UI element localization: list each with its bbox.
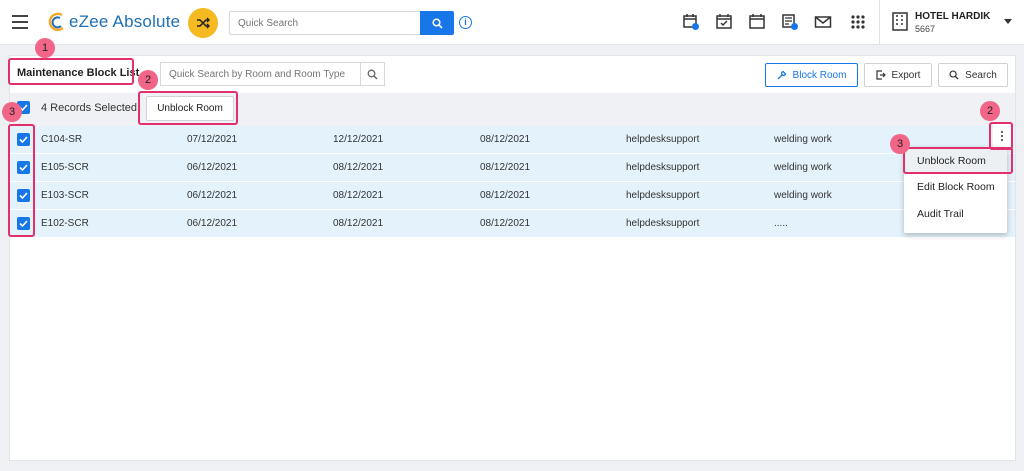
room-cell: C104-SR: [41, 134, 83, 145]
calendar-check-icon[interactable]: [715, 13, 733, 31]
annotation-badge: 1: [35, 38, 55, 58]
annotation-badge: 3: [2, 102, 22, 122]
records-selected-count: 4 Records Selected: [41, 102, 137, 114]
menu-item-audit-trail[interactable]: Audit Trail: [904, 201, 1007, 227]
search-button[interactable]: Search: [938, 63, 1008, 87]
top-bar: eZee Absolute i: [0, 0, 1024, 45]
room-search-button[interactable]: [360, 63, 384, 85]
from-date-cell: 06/12/2021: [187, 162, 238, 173]
shuffle-icon: [197, 17, 210, 29]
to-date-cell: 08/12/2021: [333, 162, 384, 173]
export-label: Export: [891, 69, 921, 81]
app-logo[interactable]: eZee Absolute: [48, 11, 180, 33]
app-name: eZee Absolute: [69, 12, 181, 31]
hotel-id: 5667: [915, 24, 936, 34]
table-row[interactable]: E105-SCR 06/12/2021 08/12/2021 08/12/202…: [10, 154, 1015, 182]
shuffle-button[interactable]: [188, 8, 218, 38]
calendar-dollar-icon[interactable]: [781, 13, 799, 31]
block-room-label: Block Room: [792, 69, 847, 81]
annotation-box-title: [8, 58, 134, 85]
from-date-cell: 06/12/2021: [187, 218, 238, 229]
calendar-add-icon[interactable]: [682, 13, 700, 31]
search-icon: [367, 69, 378, 79]
search-label: Search: [965, 69, 997, 81]
date-cell: 08/12/2021: [480, 218, 531, 229]
room-cell: E105-SCR: [41, 162, 89, 173]
search-icon: [431, 17, 443, 29]
menu-item-edit-block-room[interactable]: Edit Block Room: [904, 174, 1007, 200]
export-button[interactable]: Export: [864, 63, 932, 87]
table-row[interactable]: E102-SCR 06/12/2021 08/12/2021 08/12/202…: [10, 210, 1015, 238]
annotation-badge: 2: [138, 70, 158, 90]
table-row[interactable]: E103-SCR 06/12/2021 08/12/2021 08/12/202…: [10, 182, 1015, 210]
quick-search-button[interactable]: [420, 11, 454, 35]
reason-cell: welding work: [774, 162, 832, 173]
date-cell: 08/12/2021: [480, 190, 531, 201]
hotel-name[interactable]: HOTEL HARDIK: [915, 11, 990, 22]
annotation-box-kebab: [989, 122, 1013, 150]
hotel-divider: [879, 0, 880, 45]
annotation-box-checkboxes: [8, 124, 35, 237]
logo-mark-icon: [48, 12, 64, 32]
to-date-cell: 12/12/2021: [333, 134, 384, 145]
date-cell: 08/12/2021: [480, 162, 531, 173]
user-cell: helpdesksupport: [626, 134, 700, 145]
wrench-icon: [777, 70, 786, 80]
room-cell: E102-SCR: [41, 218, 89, 229]
to-date-cell: 08/12/2021: [333, 218, 384, 229]
user-cell: helpdesksupport: [626, 218, 700, 229]
annotation-box-menu-item: [903, 147, 1013, 174]
date-cell: 08/12/2021: [480, 134, 531, 145]
export-icon: [875, 70, 886, 80]
room-search-input[interactable]: [160, 62, 385, 86]
hotel-dropdown-icon[interactable]: [1004, 19, 1012, 24]
search-icon: [949, 70, 959, 80]
annotation-box-unblock: [138, 91, 238, 125]
annotation-badge: 2: [980, 101, 1000, 121]
info-icon[interactable]: i: [459, 16, 472, 29]
block-room-button[interactable]: Block Room: [765, 63, 858, 87]
from-date-cell: 07/12/2021: [187, 134, 238, 145]
from-date-cell: 06/12/2021: [187, 190, 238, 201]
to-date-cell: 08/12/2021: [333, 190, 384, 201]
user-cell: helpdesksupport: [626, 162, 700, 173]
user-cell: helpdesksupport: [626, 190, 700, 201]
reason-cell: welding work: [774, 134, 832, 145]
calendar-icon[interactable]: [748, 13, 766, 31]
room-cell: E103-SCR: [41, 190, 89, 201]
reason-cell: welding work: [774, 190, 832, 201]
quick-search-input[interactable]: [229, 11, 420, 35]
table-row[interactable]: C104-SR 07/12/2021 12/12/2021 08/12/2021…: [10, 126, 1015, 154]
apps-grid-icon[interactable]: [849, 13, 867, 31]
annotation-badge: 3: [890, 134, 910, 154]
mail-icon[interactable]: [814, 13, 832, 31]
hamburger-menu-icon[interactable]: [12, 15, 28, 29]
hotel-building-icon: [892, 12, 908, 31]
reason-cell: .....: [774, 218, 788, 229]
